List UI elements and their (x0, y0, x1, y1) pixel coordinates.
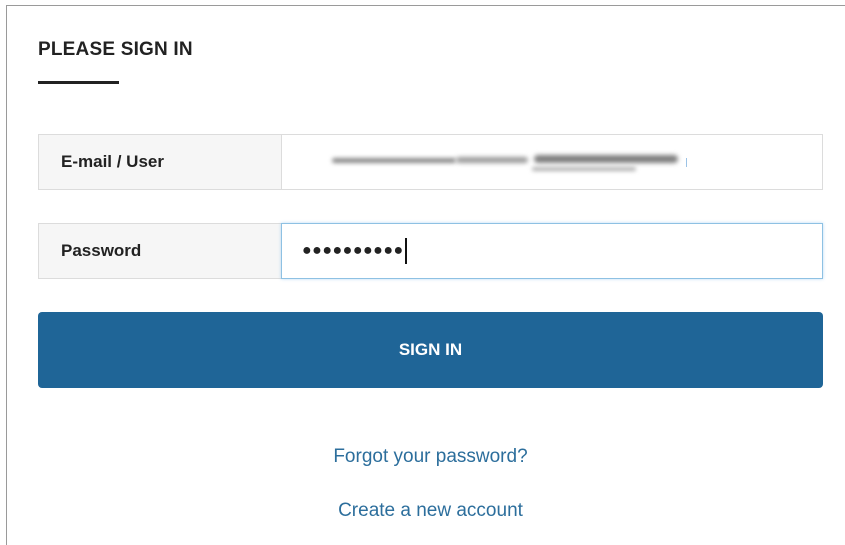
password-field[interactable] (281, 223, 823, 279)
password-label: Password (38, 223, 282, 279)
create-account-link[interactable]: Create a new account (38, 500, 823, 522)
email-row: E-mail / User (38, 134, 823, 190)
page-title: PLEASE SIGN IN (38, 39, 193, 60)
title-underline (38, 81, 119, 84)
email-field[interactable] (281, 134, 823, 190)
forgot-password-link[interactable]: Forgot your password? (38, 446, 823, 468)
email-label: E-mail / User (38, 134, 282, 190)
password-row: Password ●●●●●●●●●● (38, 223, 823, 279)
sign-in-button[interactable]: SIGN IN (38, 312, 823, 388)
